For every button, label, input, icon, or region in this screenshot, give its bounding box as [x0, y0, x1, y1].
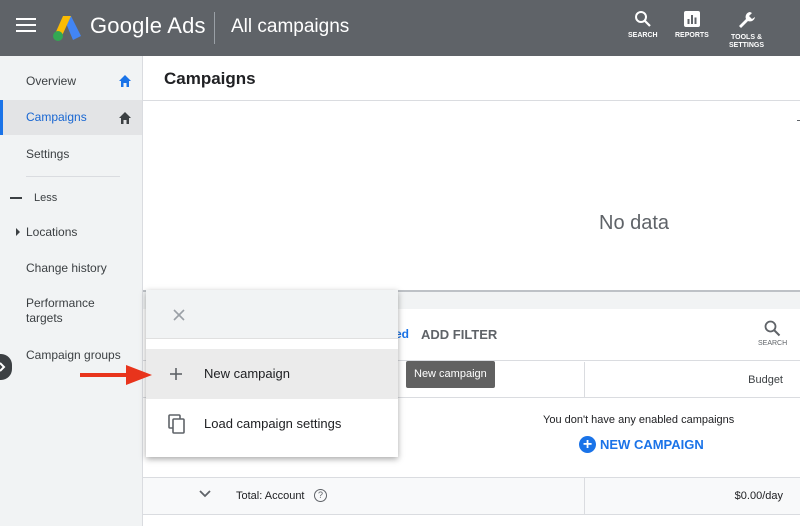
sidebar-item-performance-targets[interactable]: Performance targets	[0, 296, 142, 328]
menu-icon[interactable]	[16, 18, 36, 38]
tools-settings-button[interactable]: TOOLS & SETTINGS	[729, 10, 764, 50]
sidebar-item-label: Overview	[26, 74, 77, 88]
total-budget-value: $0.00/day	[734, 490, 783, 502]
chevron-down-icon[interactable]	[198, 489, 212, 499]
reports-icon	[683, 11, 700, 27]
search-tool-label: SEARCH	[628, 32, 658, 39]
chevron-right-icon	[0, 362, 6, 372]
minus-icon	[10, 197, 22, 200]
sidebar-item-label-line2: targets	[26, 311, 63, 325]
sidebar-item-label: Campaigns	[26, 110, 87, 124]
new-campaign-label: NEW CAMPAIGN	[600, 437, 704, 452]
sidebar-collapse-button[interactable]	[0, 354, 12, 380]
sidebar-item-label: Campaign groups	[26, 348, 121, 362]
column-divider	[584, 478, 585, 514]
sidebar-item-label: Settings	[26, 147, 70, 161]
new-campaign-button[interactable]: + NEW CAMPAIGN	[579, 436, 704, 453]
sidebar-item-label: Locations	[26, 225, 78, 239]
menu-item-label: New campaign	[204, 366, 290, 381]
table-search-label: SEARCH	[758, 340, 788, 347]
copy-icon	[168, 414, 185, 434]
sidebar-item-label: Change history	[26, 261, 107, 275]
search-icon	[764, 320, 781, 337]
home-icon	[119, 75, 131, 87]
search-icon	[634, 11, 651, 27]
new-campaign-menu: New campaign Load campaign settings	[146, 290, 398, 457]
budget-column-header[interactable]: Budget	[748, 374, 783, 386]
left-navigation: Overview Campaigns Settings Less Locatio…	[0, 56, 143, 526]
reports-tool-label: REPORTS	[675, 32, 709, 39]
sidebar-item-locations[interactable]: Locations	[0, 216, 142, 248]
sidebar-item-settings[interactable]: Settings	[0, 137, 142, 171]
sidebar-item-label-line1: Performance	[26, 296, 95, 310]
no-data-message: No data	[599, 212, 670, 234]
table-search-button[interactable]: SEARCH	[758, 320, 787, 347]
help-icon[interactable]: ?	[314, 489, 327, 502]
empty-state-message: You don't have any enabled campaigns	[543, 414, 735, 426]
wrench-icon	[738, 12, 755, 28]
top-app-bar: Google Ads All campaigns SEARCH REPORTS …	[0, 0, 800, 56]
menu-header	[146, 290, 398, 339]
home-icon	[119, 111, 131, 124]
arrow-right-icon	[80, 365, 152, 385]
column-divider	[584, 362, 585, 398]
close-icon[interactable]	[171, 307, 187, 323]
menu-item-load-campaign-settings[interactable]: Load campaign settings	[146, 399, 398, 449]
plus-circle-icon: +	[579, 436, 596, 453]
sidebar-less-toggle[interactable]: Less	[10, 192, 57, 204]
sidebar-divider	[26, 176, 120, 177]
reports-tool-button[interactable]: REPORTS	[675, 10, 709, 40]
search-tool-button[interactable]: SEARCH	[628, 10, 658, 40]
title-divider	[143, 100, 800, 101]
plus-icon	[170, 368, 182, 380]
add-filter-button[interactable]: ADD FILTER	[421, 327, 497, 342]
total-label: Total: Account	[236, 490, 305, 502]
brand-name: Google Ads	[90, 13, 206, 38]
menu-item-label: Load campaign settings	[204, 416, 342, 431]
sidebar-item-change-history[interactable]: Change history	[0, 252, 142, 284]
table-total-row: Total: Account ? $0.00/day	[143, 477, 800, 515]
page-title: Campaigns	[164, 69, 256, 88]
tools-label-line2: SETTINGS	[729, 42, 765, 49]
google-ads-logo	[53, 16, 81, 41]
sidebar-item-overview[interactable]: Overview	[0, 64, 142, 98]
menu-item-new-campaign[interactable]: New campaign	[146, 349, 398, 399]
header-divider	[214, 12, 215, 44]
sidebar-item-label: Less	[34, 192, 58, 204]
expand-triangle-icon	[16, 228, 20, 236]
tooltip: New campaign	[406, 361, 495, 388]
tools-label-line1: TOOLS &	[731, 34, 762, 41]
sidebar-item-campaigns[interactable]: Campaigns	[0, 100, 142, 135]
page-heading: All campaigns	[231, 16, 350, 37]
